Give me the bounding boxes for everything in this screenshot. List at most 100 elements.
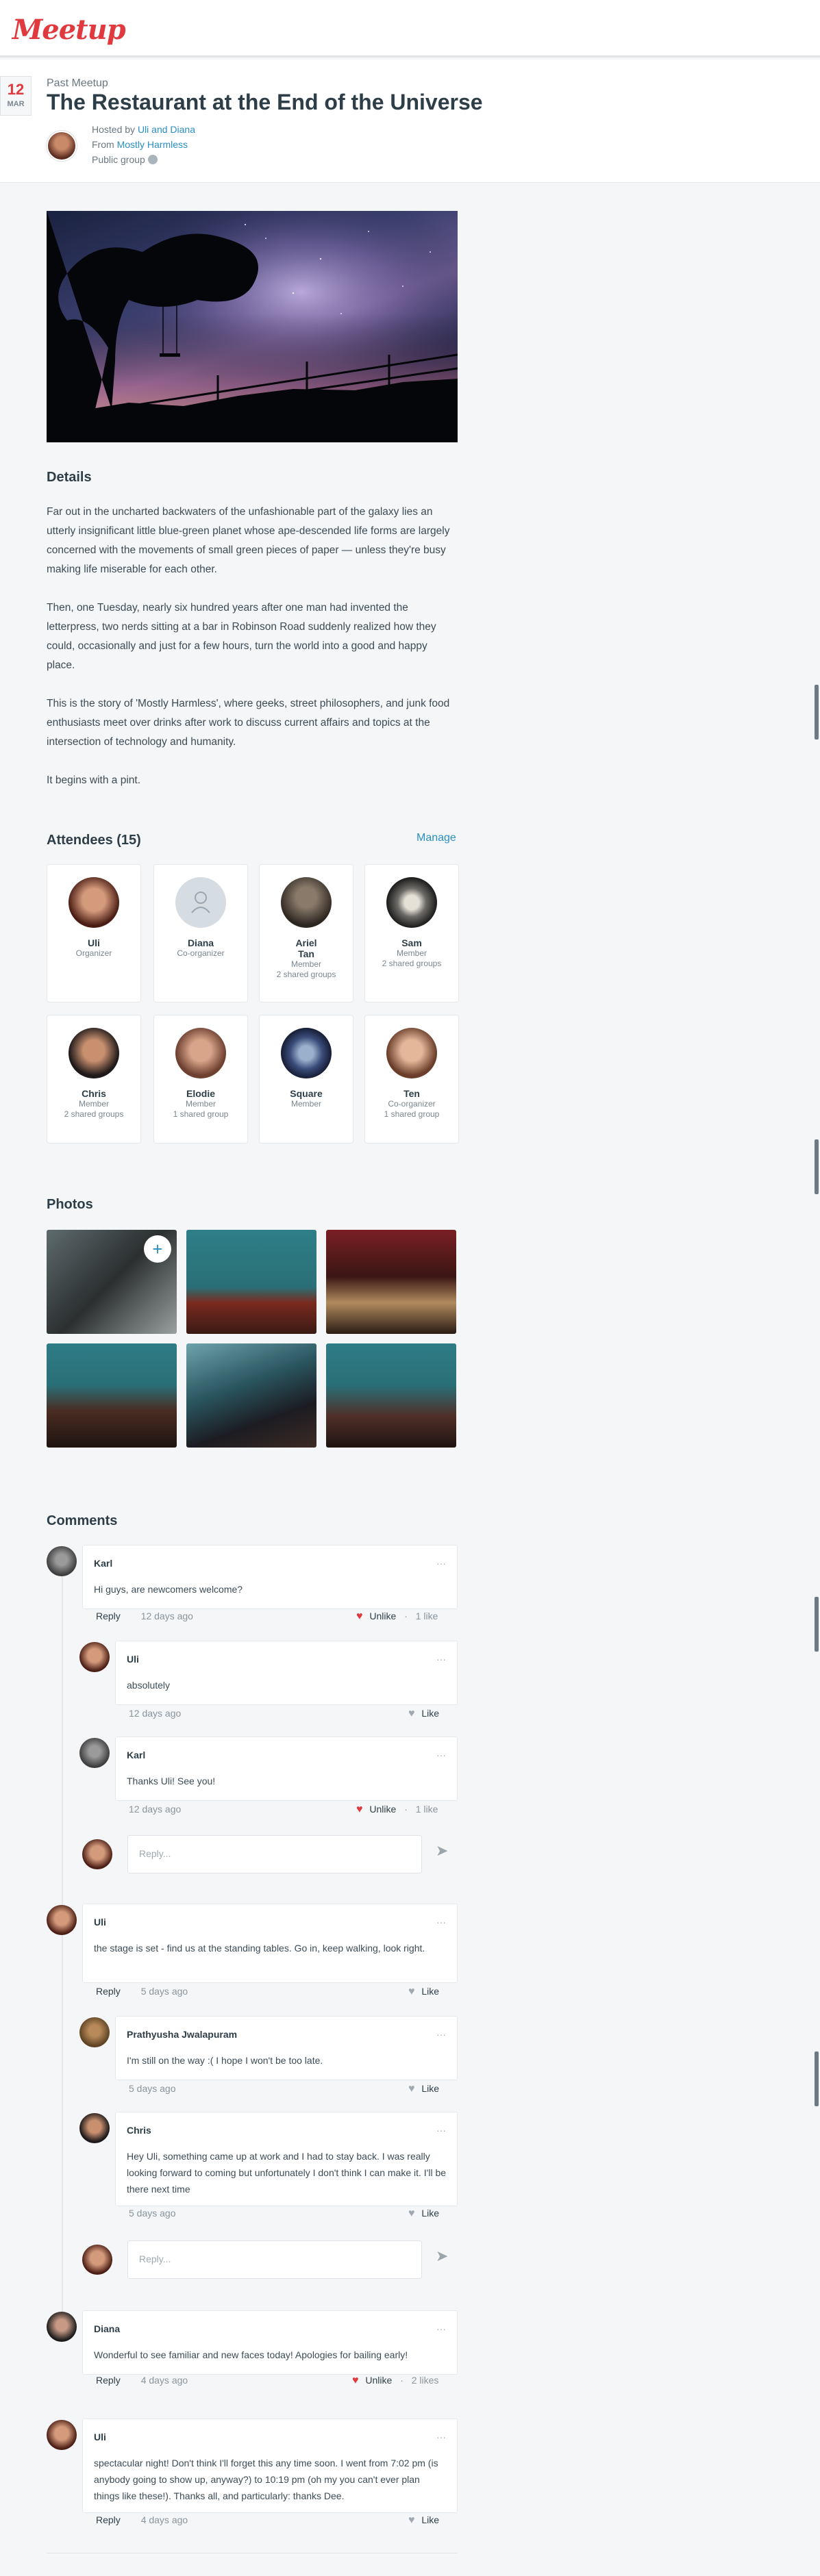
reply-input[interactable]: Reply...	[127, 1835, 422, 1873]
like-button[interactable]: Like	[421, 1708, 439, 1719]
reply-button[interactable]: Reply	[96, 2375, 121, 2386]
unlike-button[interactable]: Unlike	[369, 1804, 396, 1815]
attendee-card[interactable]: Ariel Tan Member 2 shared groups	[259, 864, 353, 1002]
comment-avatar[interactable]	[79, 1738, 110, 1768]
attendee-card[interactable]: Sam Member 2 shared groups	[364, 864, 459, 1002]
comment-avatar[interactable]	[47, 1546, 77, 1576]
scrollbar-thumb[interactable]	[815, 2051, 819, 2106]
reply-button[interactable]: Reply	[96, 2514, 121, 2525]
attendee-card[interactable]: Ten Co-organizer 1 shared group	[364, 1015, 459, 1144]
comment-avatar[interactable]	[47, 2420, 77, 2450]
details-heading: Details	[47, 470, 92, 485]
attendee-card[interactable]: Square Member	[259, 1015, 353, 1144]
attendee-card[interactable]: Elodie Member 1 shared group	[153, 1015, 248, 1144]
hosts-link[interactable]: Uli and Diana	[138, 124, 195, 135]
heart-icon[interactable]: ♥	[408, 1708, 415, 1719]
heart-icon[interactable]: ♥	[408, 1986, 415, 1997]
event-photo[interactable]	[326, 1343, 456, 1448]
comment-author[interactable]: Uli	[94, 1917, 106, 1928]
more-options-icon[interactable]: ···	[436, 1654, 446, 1665]
attendee-role: Member	[78, 1099, 109, 1109]
event-date-month: MAR	[7, 100, 25, 108]
comment-card: Karl ··· Hi guys, are newcomers welcome?	[82, 1545, 458, 1609]
more-options-icon[interactable]: ···	[436, 2125, 446, 2136]
comment-card: Uli ··· the stage is set - find us at th…	[82, 1904, 458, 1983]
more-options-icon[interactable]: ···	[436, 1917, 446, 1928]
like-count: 1 like	[415, 1611, 438, 1621]
like-button[interactable]: Like	[421, 2083, 439, 2094]
comment-author[interactable]: Uli	[94, 2432, 106, 2442]
more-options-icon[interactable]: ···	[436, 1750, 446, 1760]
visibility-line: Public group	[92, 154, 158, 165]
like-button[interactable]: Like	[421, 1986, 439, 1997]
reply-button[interactable]: Reply	[96, 1986, 121, 1997]
comment-author[interactable]: Karl	[94, 1558, 112, 1569]
more-options-icon[interactable]: ···	[436, 2029, 446, 2040]
host-avatar[interactable]	[47, 131, 77, 161]
event-photo[interactable]	[186, 1230, 316, 1334]
event-photo[interactable]	[186, 1343, 316, 1448]
event-status: Past Meetup	[47, 77, 108, 89]
comment-time: 12 days ago	[140, 1611, 193, 1621]
current-user-avatar	[82, 1839, 112, 1869]
attendee-name: Ten	[403, 1088, 420, 1099]
more-options-icon[interactable]: ···	[436, 2432, 446, 2442]
comment-author[interactable]: Uli	[127, 1654, 139, 1665]
send-icon[interactable]: ➤	[436, 2247, 448, 2265]
comment-text: I'm still on the way :( I hope I won't b…	[127, 2055, 323, 2066]
comment-text: the stage is set - find us at the standi…	[94, 1943, 425, 1954]
attendee-name: Uli	[88, 937, 100, 948]
comment-avatar[interactable]	[47, 2312, 77, 2342]
more-options-icon[interactable]: ···	[436, 1558, 446, 1569]
comment-author[interactable]: Karl	[127, 1750, 145, 1760]
comment-time: 12 days ago	[129, 1708, 182, 1719]
like-count: 2 likes	[411, 2375, 439, 2386]
scrollbar-thumb[interactable]	[815, 685, 819, 740]
unlike-button[interactable]: Unlike	[365, 2375, 392, 2386]
heart-icon[interactable]: ♥	[352, 2375, 359, 2386]
comment-avatar[interactable]	[79, 1642, 110, 1672]
reply-button[interactable]: Reply	[96, 1611, 121, 1621]
attendee-card[interactable]: Uli Organizer	[47, 864, 141, 1002]
comment-author[interactable]: Prathyusha Jwalapuram	[127, 2029, 237, 2040]
heart-icon[interactable]: ♥	[356, 1611, 363, 1622]
heart-icon[interactable]: ♥	[408, 2083, 415, 2095]
scrollbar-thumb[interactable]	[815, 1139, 819, 1194]
attendee-shared-groups: 1 shared group	[384, 1109, 440, 1119]
comment-author[interactable]: Diana	[94, 2323, 120, 2334]
add-photo-icon[interactable]: +	[144, 1235, 171, 1263]
event-title: The Restaurant at the End of the Univers…	[47, 90, 483, 114]
attendee-avatar	[386, 1028, 437, 1078]
comment-avatar[interactable]	[47, 1905, 77, 1935]
scrollbar-thumb[interactable]	[815, 1597, 819, 1652]
meetup-logo[interactable]: Meetup	[12, 14, 126, 46]
like-control: ♥ Unlike · 1 like	[356, 1804, 438, 1815]
globe-icon[interactable]	[147, 155, 158, 164]
comment-avatar[interactable]	[79, 2017, 110, 2047]
attendee-shared-groups: 2 shared groups	[382, 959, 442, 968]
attendee-card[interactable]: Chris Member 2 shared groups	[47, 1015, 141, 1144]
like-button[interactable]: Like	[421, 2208, 439, 2219]
attendee-avatar	[69, 877, 119, 928]
heart-icon[interactable]: ♥	[356, 1804, 363, 1815]
comment-author[interactable]: Chris	[127, 2125, 151, 2136]
like-button[interactable]: Like	[421, 2514, 439, 2525]
event-photo[interactable]	[326, 1230, 456, 1334]
reply-input[interactable]: Reply...	[127, 2240, 422, 2279]
event-date-day: 12	[7, 81, 25, 98]
attendee-name: Sam	[401, 937, 422, 948]
event-photo[interactable]: +	[47, 1230, 177, 1334]
more-options-icon[interactable]: ···	[436, 2323, 446, 2334]
unlike-button[interactable]: Unlike	[369, 1611, 396, 1621]
comment-avatar[interactable]	[79, 2113, 110, 2143]
heart-icon[interactable]: ♥	[408, 2514, 415, 2526]
group-link[interactable]: Mostly Harmless	[117, 139, 188, 150]
like-control: ♥ Like	[408, 1986, 439, 1998]
send-icon[interactable]: ➤	[436, 1842, 448, 1860]
attendee-card[interactable]: Diana Co-organizer	[153, 864, 248, 1002]
heart-icon[interactable]: ♥	[408, 2208, 415, 2219]
manage-attendees-link[interactable]: Manage	[417, 832, 456, 844]
attendee-role: Co-organizer	[177, 948, 225, 958]
event-photo[interactable]	[47, 1343, 177, 1448]
comment-time: 5 days ago	[129, 2208, 176, 2219]
